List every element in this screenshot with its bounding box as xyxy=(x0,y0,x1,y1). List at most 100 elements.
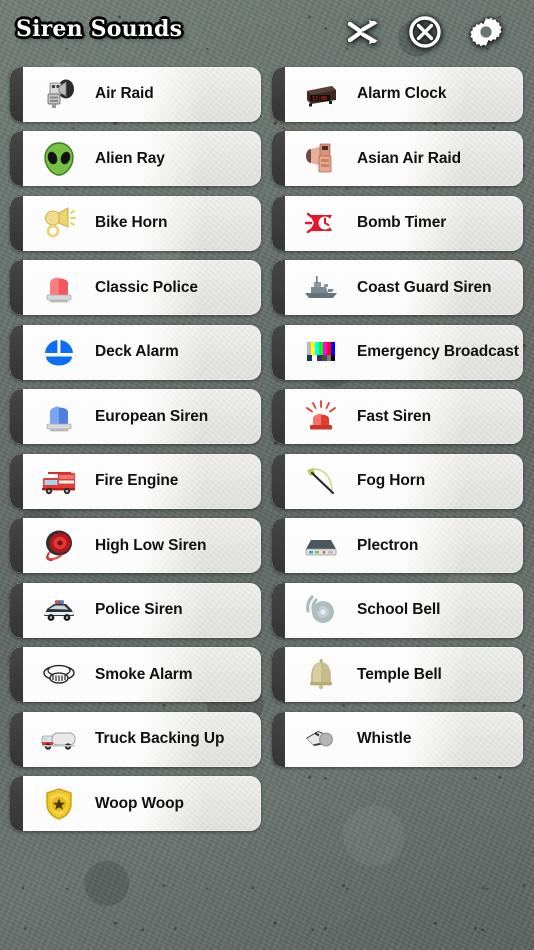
sound-label: Bike Horn xyxy=(95,214,168,232)
sound-cell: Asian Air Raid xyxy=(267,127,534,192)
sound-button[interactable]: Deck Alarm xyxy=(10,324,261,380)
sound-button[interactable]: Fire Engine xyxy=(10,453,261,509)
sound-cell: Woop Woop xyxy=(0,772,267,837)
sound-label: Bomb Timer xyxy=(357,214,447,232)
blue-deck-alarm-icon xyxy=(40,333,78,371)
sound-label: High Low Siren xyxy=(95,536,207,554)
sound-button[interactable]: Fast Siren xyxy=(272,389,523,445)
sound-cell: Deck Alarm xyxy=(0,320,267,385)
sound-cell: Alien Ray xyxy=(0,127,267,192)
alarm-clock-icon: 12:08 xyxy=(302,75,340,113)
sound-label: Whistle xyxy=(357,730,412,748)
card-accent-tab xyxy=(10,131,23,187)
police-car-icon xyxy=(40,591,78,629)
sound-button[interactable]: European Siren xyxy=(10,389,261,445)
sound-button[interactable]: 12:08 Alarm Clock xyxy=(272,66,523,122)
sound-label: Air Raid xyxy=(95,85,154,103)
sound-cell: 12:08 Alarm Clock xyxy=(267,62,534,127)
sound-button[interactable]: School Bell xyxy=(272,582,523,638)
card-accent-tab xyxy=(10,453,23,509)
sound-grid: Air Raid 12:08 Alarm Clock Alien Ray Asi… xyxy=(0,62,534,836)
sound-cell: European Siren xyxy=(0,385,267,450)
tv-color-bars-icon xyxy=(302,333,340,371)
shuffle-icon xyxy=(347,18,381,46)
sound-label: Classic Police xyxy=(95,278,198,296)
sound-cell: Bomb Timer xyxy=(267,191,534,256)
card-accent-tab xyxy=(10,711,23,767)
sound-button[interactable]: Coast Guard Siren xyxy=(272,260,523,316)
card-accent-tab xyxy=(272,131,285,187)
sound-button[interactable]: Woop Woop xyxy=(10,776,261,832)
sound-button[interactable]: Police Siren xyxy=(10,582,261,638)
sound-button[interactable]: Truck Backing Up xyxy=(10,711,261,767)
sound-button[interactable]: Emergency Broadcast xyxy=(272,324,523,380)
fog-horn-icon xyxy=(302,462,340,500)
stop-circle-icon xyxy=(408,15,442,49)
sound-button[interactable]: Asian Air Raid xyxy=(272,131,523,187)
sound-button[interactable]: Alien Ray xyxy=(10,131,261,187)
card-accent-tab xyxy=(10,647,23,703)
sound-button[interactable]: Classic Police xyxy=(10,260,261,316)
school-bell-icon xyxy=(302,591,340,629)
horn-speaker-icon xyxy=(40,527,78,565)
fire-engine-icon xyxy=(40,462,78,500)
card-accent-tab xyxy=(272,647,285,703)
sound-label: Truck Backing Up xyxy=(95,730,225,748)
sound-button[interactable]: Air Raid xyxy=(10,66,261,122)
card-accent-tab xyxy=(10,66,23,122)
sound-cell: Whistle xyxy=(267,707,534,772)
sound-label: School Bell xyxy=(357,601,441,619)
sound-label: Smoke Alarm xyxy=(95,665,193,683)
card-accent-tab xyxy=(272,324,285,380)
sound-cell: Classic Police xyxy=(0,256,267,321)
card-accent-tab xyxy=(10,260,23,316)
sound-label: Woop Woop xyxy=(95,794,184,812)
sound-button[interactable]: Whistle xyxy=(272,711,523,767)
sound-button[interactable]: Plectron xyxy=(272,518,523,574)
asian-air-raid-siren-icon xyxy=(302,140,340,178)
sound-label: Deck Alarm xyxy=(95,343,179,361)
sound-label: European Siren xyxy=(95,407,209,425)
card-accent-tab xyxy=(272,518,285,574)
sound-button[interactable]: Smoke Alarm xyxy=(10,647,261,703)
svg-text:12:08: 12:08 xyxy=(312,96,327,102)
card-accent-tab xyxy=(272,389,285,445)
card-accent-tab xyxy=(272,711,285,767)
sound-label: Temple Bell xyxy=(357,665,442,683)
header-bar: Siren Sounds xyxy=(0,0,534,62)
card-accent-tab xyxy=(10,582,23,638)
page-title: Siren Sounds xyxy=(16,16,183,42)
card-accent-tab xyxy=(272,195,285,251)
sound-cell: Coast Guard Siren xyxy=(267,256,534,321)
sound-label: Asian Air Raid xyxy=(357,149,461,167)
sound-label: Police Siren xyxy=(95,601,183,619)
plectron-receiver-icon xyxy=(302,527,340,565)
truck-icon xyxy=(40,720,78,758)
sound-cell: Smoke Alarm xyxy=(0,643,267,708)
sound-button[interactable]: Bomb Timer xyxy=(272,195,523,251)
card-accent-tab xyxy=(10,776,23,832)
settings-button[interactable] xyxy=(464,10,508,54)
sound-button[interactable]: Bike Horn xyxy=(10,195,261,251)
sound-label: Alarm Clock xyxy=(357,85,447,103)
card-accent-tab xyxy=(272,582,285,638)
sound-label: Fire Engine xyxy=(95,472,179,490)
sound-button[interactable]: Fog Horn xyxy=(272,453,523,509)
temple-bell-icon xyxy=(302,656,340,694)
sound-cell: Truck Backing Up xyxy=(0,707,267,772)
shuffle-button[interactable] xyxy=(342,10,386,54)
sound-cell: Fog Horn xyxy=(267,449,534,514)
police-badge-icon xyxy=(40,785,78,823)
sound-label: Fog Horn xyxy=(357,472,426,490)
sound-cell: Fast Siren xyxy=(267,385,534,450)
blue-police-beacon-icon xyxy=(40,398,78,436)
sound-button[interactable]: High Low Siren xyxy=(10,518,261,574)
sound-button[interactable]: Temple Bell xyxy=(272,647,523,703)
card-accent-tab xyxy=(10,195,23,251)
sound-cell: Air Raid xyxy=(0,62,267,127)
bomb-timer-icon xyxy=(302,204,340,242)
sound-label: Alien Ray xyxy=(95,149,165,167)
sound-label: Fast Siren xyxy=(357,407,431,425)
sound-cell: Bike Horn xyxy=(0,191,267,256)
stop-button[interactable] xyxy=(403,10,447,54)
